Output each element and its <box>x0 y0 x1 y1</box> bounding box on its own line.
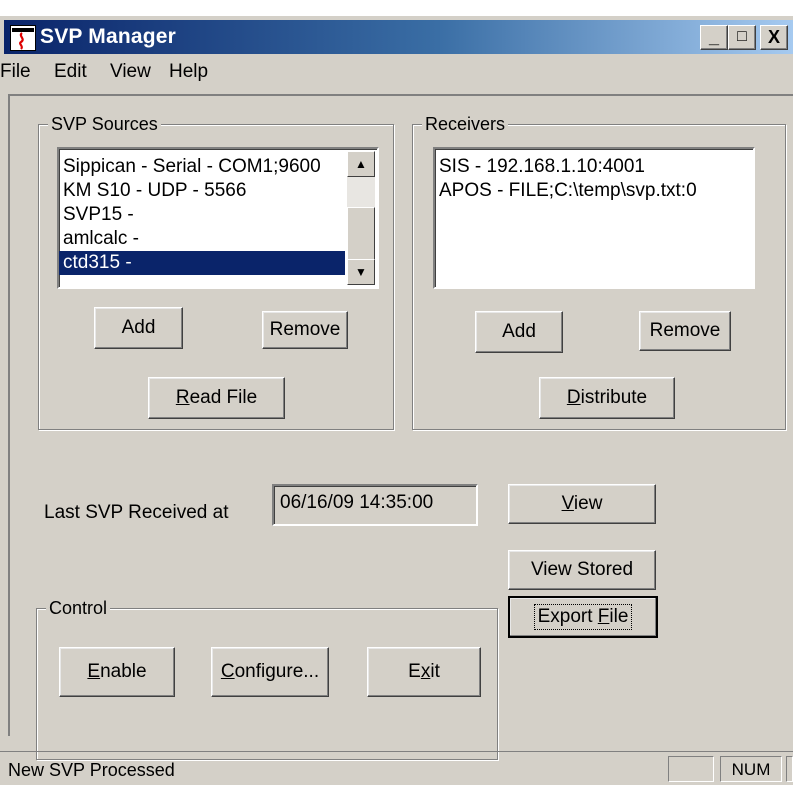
maximize-button[interactable]: □ <box>728 25 756 50</box>
menu-file[interactable]: File <box>0 61 31 83</box>
close-button[interactable]: X <box>760 25 788 50</box>
list-item[interactable]: KM S10 - UDP - 5566 <box>59 179 345 203</box>
control-group: Control Enable Configure... Exit <box>36 597 498 760</box>
exit-button[interactable]: Exit <box>367 647 481 697</box>
export-file-button[interactable]: Export File <box>508 596 658 638</box>
read-file-button[interactable]: Read File <box>148 377 285 419</box>
status-pane-scrl <box>786 756 793 782</box>
distribute-button[interactable]: Distribute <box>539 377 675 419</box>
menu-view[interactable]: View <box>110 61 151 83</box>
view-button[interactable]: View <box>508 484 656 524</box>
control-label: Control <box>46 597 111 619</box>
last-svp-time-field: 06/16/09 14:35:00 <box>272 484 478 526</box>
svp-sources-items: Sippican - Serial - COM1;9600 KM S10 - U… <box>59 155 345 275</box>
last-svp-label: Last SVP Received at <box>44 502 229 523</box>
remove-source-button[interactable]: Remove <box>262 311 348 349</box>
list-item[interactable]: APOS - FILE;C:\temp\svp.txt:0 <box>435 179 753 203</box>
add-source-button[interactable]: Add <box>94 307 183 349</box>
menu-help[interactable]: Help <box>169 61 208 83</box>
status-bar: New SVP Processed NUM <box>0 751 793 786</box>
list-item[interactable]: SVP15 - <box>59 203 345 227</box>
list-item[interactable]: amlcalc - <box>59 227 345 251</box>
svp-sources-label: SVP Sources <box>48 113 161 135</box>
view-stored-button[interactable]: View Stored <box>508 550 656 590</box>
enable-button[interactable]: Enable <box>59 647 175 697</box>
receivers-label: Receivers <box>422 113 509 135</box>
list-item[interactable]: SIS - 192.168.1.10:4001 <box>435 155 753 179</box>
focus-rect: Export File <box>533 604 633 630</box>
status-pane-caps <box>668 756 714 782</box>
add-receiver-button[interactable]: Add <box>475 311 563 353</box>
menu-bar: File Edit View Help <box>0 56 793 86</box>
client-area: SVP Sources Sippican - Serial - COM1;960… <box>8 94 793 760</box>
title-bar[interactable]: SVP Manager _ □ X <box>4 20 793 54</box>
sources-scrollbar[interactable]: ▲ ▼ <box>347 151 375 285</box>
app-icon <box>10 25 36 51</box>
receivers-list[interactable]: SIS - 192.168.1.10:4001 APOS - FILE;C:\t… <box>433 147 755 289</box>
menu-edit[interactable]: Edit <box>54 61 87 83</box>
scroll-down-arrow-icon[interactable]: ▼ <box>347 259 375 285</box>
window-title: SVP Manager <box>40 25 177 48</box>
list-item[interactable]: Sippican - Serial - COM1;9600 <box>59 155 345 179</box>
list-item-selected[interactable]: ctd315 - <box>59 251 345 275</box>
svp-manager-window: SVP Manager _ □ X File Edit View Help SV… <box>0 16 793 785</box>
status-message: New SVP Processed <box>8 760 175 780</box>
receivers-items: SIS - 192.168.1.10:4001 APOS - FILE;C:\t… <box>435 155 753 203</box>
remove-receiver-button[interactable]: Remove <box>639 311 731 351</box>
svp-sources-list[interactable]: Sippican - Serial - COM1;9600 KM S10 - U… <box>57 147 379 289</box>
receivers-group: Receivers SIS - 192.168.1.10:4001 APOS -… <box>412 113 786 430</box>
scroll-thumb[interactable] <box>347 207 375 261</box>
minimize-button[interactable]: _ <box>700 25 728 50</box>
status-pane-num: NUM <box>720 756 782 782</box>
scroll-up-arrow-icon[interactable]: ▲ <box>347 151 375 177</box>
svp-sources-group: SVP Sources Sippican - Serial - COM1;960… <box>38 113 394 430</box>
configure-button[interactable]: Configure... <box>211 647 329 697</box>
